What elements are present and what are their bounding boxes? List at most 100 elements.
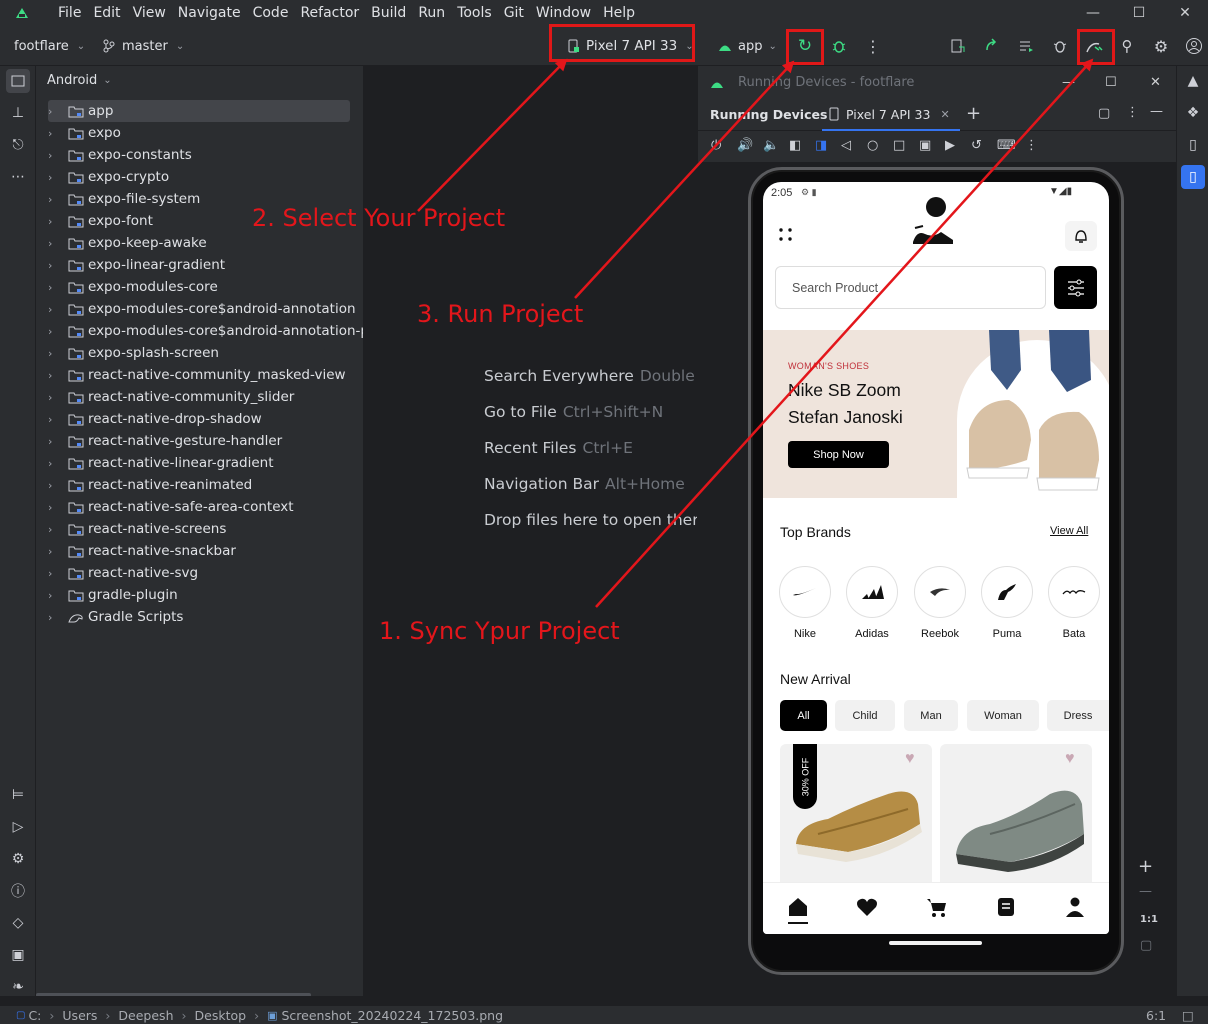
chevron-right-icon[interactable]: › bbox=[48, 281, 62, 294]
breadcrumb-segment[interactable]: Desktop bbox=[195, 1008, 247, 1023]
close-icon[interactable]: ✕ bbox=[1162, 0, 1208, 26]
problems-icon[interactable]: ⓘ bbox=[6, 879, 30, 903]
product-card[interactable]: 30% OFF ♥ bbox=[780, 744, 932, 894]
tree-item[interactable]: › react-native-gesture-handler bbox=[48, 430, 282, 452]
bell-icon[interactable] bbox=[1065, 221, 1097, 251]
tree-item[interactable]: › expo-linear-gradient bbox=[48, 254, 225, 276]
run-tool-icon[interactable]: ▷ bbox=[6, 815, 30, 839]
chevron-right-icon[interactable]: › bbox=[48, 413, 62, 426]
minimize-icon[interactable]: — bbox=[1062, 75, 1075, 90]
branch-selector[interactable]: master ⌄ bbox=[102, 26, 184, 66]
power-icon[interactable]: ⏻ bbox=[711, 138, 721, 153]
tree-item[interactable]: › Gradle Scripts bbox=[48, 606, 183, 628]
run-tests-icon[interactable] bbox=[1014, 34, 1038, 58]
menu-git[interactable]: Git bbox=[498, 5, 530, 21]
heart-icon[interactable] bbox=[855, 895, 879, 919]
menu-run[interactable]: Run bbox=[412, 5, 451, 21]
chevron-right-icon[interactable]: › bbox=[48, 479, 62, 492]
gesture-nav-bar[interactable] bbox=[889, 941, 982, 945]
tree-item[interactable]: › expo-modules-core$android-annotation bbox=[48, 298, 356, 320]
chevron-right-icon[interactable]: › bbox=[48, 369, 62, 382]
menu-tools[interactable]: Tools bbox=[451, 5, 498, 21]
tree-item[interactable]: › expo-keep-awake bbox=[48, 232, 207, 254]
zoom-out-icon[interactable]: — bbox=[1139, 884, 1152, 899]
rotate-right-icon[interactable]: ◨ bbox=[815, 138, 827, 153]
bug-icon[interactable] bbox=[1048, 34, 1072, 58]
orders-icon[interactable] bbox=[994, 895, 1018, 919]
search-icon[interactable]: ⚲ bbox=[1115, 34, 1139, 58]
chevron-right-icon[interactable]: › bbox=[48, 567, 62, 580]
tree-item[interactable]: › expo-crypto bbox=[48, 166, 169, 188]
menu-file[interactable]: File bbox=[52, 5, 87, 21]
heart-icon[interactable]: ♥ bbox=[905, 750, 915, 768]
tree-item[interactable]: › expo-modules-core bbox=[48, 276, 218, 298]
zoom-fit-icon[interactable]: ▢ bbox=[1140, 938, 1152, 953]
tab-pixel-7[interactable]: Pixel 7 API 33 ✕ bbox=[822, 99, 960, 131]
volume-up-icon[interactable]: 🔊 bbox=[737, 138, 753, 153]
breadcrumb-segment[interactable]: Screenshot_20240224_172503.png bbox=[281, 1008, 503, 1023]
zoom-fit-icon[interactable]: ▢ bbox=[1098, 106, 1110, 121]
menu-help[interactable]: Help bbox=[597, 5, 641, 21]
chevron-right-icon[interactable]: › bbox=[48, 545, 62, 558]
minimize-icon[interactable]: — bbox=[1070, 0, 1116, 26]
chevron-right-icon[interactable]: › bbox=[48, 589, 62, 602]
tree-item[interactable]: › expo-splash-screen bbox=[48, 342, 219, 364]
app-quality-icon[interactable]: ◇ bbox=[6, 911, 30, 935]
tree-item[interactable]: › expo-font bbox=[48, 210, 153, 232]
horizontal-scrollbar[interactable] bbox=[36, 993, 311, 996]
chevron-right-icon[interactable]: › bbox=[48, 435, 62, 448]
profile-icon[interactable] bbox=[1063, 895, 1087, 919]
back-icon[interactable]: ◁ bbox=[841, 138, 851, 153]
close-tab-icon[interactable]: ✕ bbox=[940, 108, 949, 121]
chevron-right-icon[interactable]: › bbox=[48, 325, 62, 338]
brand-nike[interactable]: Nike bbox=[779, 566, 831, 640]
menu-view[interactable]: View bbox=[127, 5, 172, 21]
project-tool-icon[interactable] bbox=[6, 69, 30, 93]
chevron-right-icon[interactable]: › bbox=[48, 303, 62, 316]
menu-navigate[interactable]: Navigate bbox=[172, 5, 247, 21]
notifications-icon[interactable]: ▲ bbox=[1181, 69, 1205, 93]
apply-code-changes-icon[interactable] bbox=[980, 34, 1004, 58]
more-vert-icon[interactable]: ⋮ bbox=[1025, 138, 1038, 153]
home-button-icon[interactable]: ○ bbox=[867, 138, 878, 153]
version-control-icon[interactable]: ❧ bbox=[6, 975, 30, 999]
menu-grid-icon[interactable] bbox=[778, 227, 794, 243]
maximize-icon[interactable]: ☐ bbox=[1105, 75, 1117, 90]
product-card[interactable]: ♥ bbox=[940, 744, 1092, 894]
view-all-link[interactable]: View All bbox=[1050, 525, 1088, 537]
chevron-right-icon[interactable]: › bbox=[48, 347, 62, 360]
maximize-icon[interactable]: ☐ bbox=[1116, 0, 1162, 26]
chevron-right-icon[interactable]: › bbox=[48, 259, 62, 272]
chevron-right-icon[interactable]: › bbox=[48, 611, 62, 624]
close-icon[interactable]: ✕ bbox=[1150, 75, 1161, 90]
chevron-right-icon[interactable]: › bbox=[48, 523, 62, 536]
filter-chip-man[interactable]: Man bbox=[904, 700, 958, 731]
tree-item[interactable]: › expo-modules-core$android-annotation-pr… bbox=[48, 320, 363, 342]
screen-record-icon[interactable]: ▶ bbox=[945, 138, 955, 153]
reset-icon[interactable]: ↺ bbox=[971, 138, 982, 153]
cursor-position[interactable]: 6:1 bbox=[1146, 1008, 1166, 1023]
project-selector[interactable]: footflare ⌄ bbox=[14, 26, 85, 66]
tree-item[interactable]: › expo-constants bbox=[48, 144, 192, 166]
apply-changes-icon[interactable] bbox=[946, 34, 970, 58]
app-inspection-icon[interactable]: ⚙ bbox=[6, 847, 30, 871]
filter-button[interactable] bbox=[1054, 266, 1097, 309]
settings-gear-icon[interactable]: ⚙ bbox=[1149, 34, 1173, 58]
tree-item[interactable]: › react-native-linear-gradient bbox=[48, 452, 274, 474]
chevron-right-icon[interactable]: › bbox=[48, 215, 62, 228]
menu-refactor[interactable]: Refactor bbox=[294, 5, 365, 21]
tree-item[interactable]: › react-native-community_slider bbox=[48, 386, 294, 408]
keyboard-icon[interactable]: ⌨ bbox=[997, 138, 1016, 153]
heart-icon[interactable]: ♥ bbox=[1065, 750, 1075, 768]
zoom-actual-label[interactable]: 1:1 bbox=[1140, 914, 1158, 925]
chevron-right-icon[interactable]: › bbox=[48, 237, 62, 250]
tree-item[interactable]: › react-native-drop-shadow bbox=[48, 408, 262, 430]
add-tab-icon[interactable]: + bbox=[966, 103, 981, 124]
volume-down-icon[interactable]: 🔈 bbox=[763, 138, 779, 153]
structure-icon[interactable]: ⎋ bbox=[6, 133, 30, 157]
rotate-left-icon[interactable]: ◧ bbox=[789, 138, 801, 153]
tree-item[interactable]: › expo-file-system bbox=[48, 188, 200, 210]
tree-item[interactable]: › app bbox=[48, 100, 350, 122]
promo-banner[interactable]: WOMAN'S SHOES Nike SB Zoom Stefan Janosk… bbox=[763, 330, 1109, 498]
filter-chip-child[interactable]: Child bbox=[835, 700, 895, 731]
